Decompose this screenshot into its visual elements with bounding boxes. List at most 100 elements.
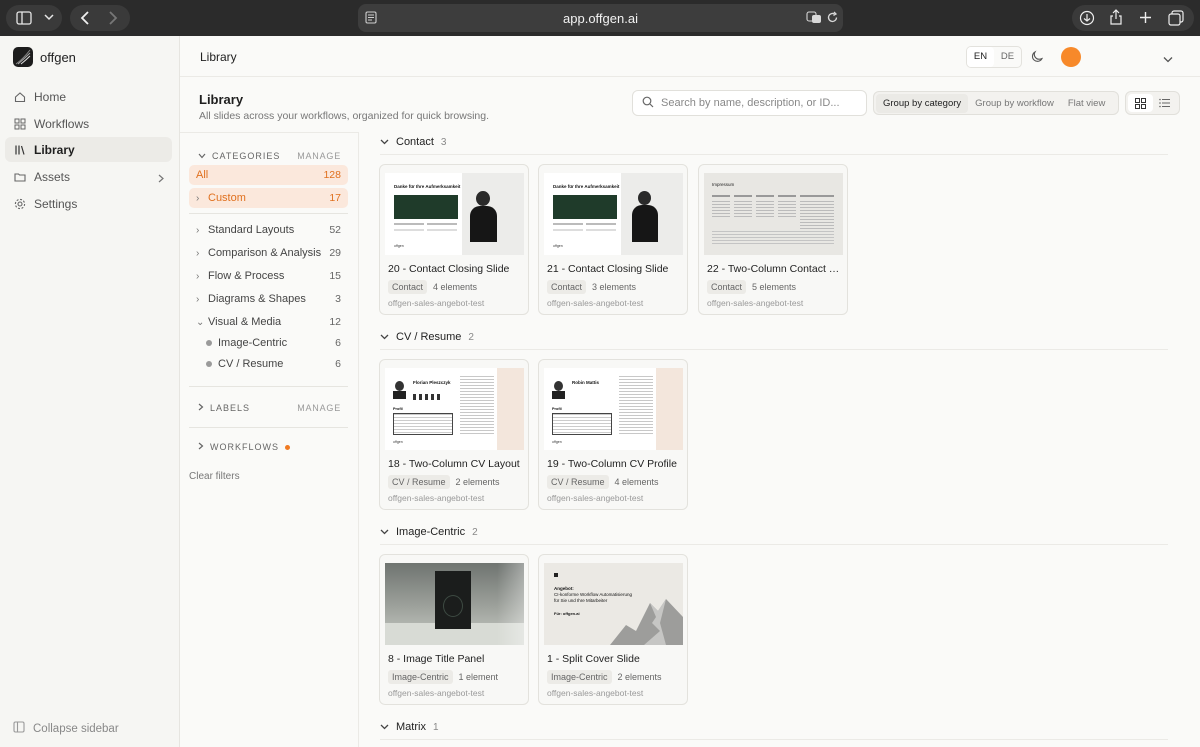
group-divider [380, 544, 1168, 545]
collapse-label: Collapse sidebar [33, 722, 119, 735]
category-image-centric[interactable]: Image-Centric 6 [189, 333, 348, 353]
clear-filters-button[interactable]: Clear filters [189, 471, 240, 482]
view-mode-switch [1125, 91, 1180, 115]
element-count: 1 element [458, 672, 499, 682]
translate-icon[interactable] [806, 11, 822, 27]
chevron-right-icon: › [196, 192, 200, 204]
category-label: Image-Centric [218, 337, 288, 349]
slide-card[interactable]: Angebot: CI-konforme Workflow Automatisi… [538, 554, 688, 705]
lang-de-button[interactable]: DE [994, 47, 1021, 67]
labels-header[interactable]: LABELS [198, 403, 250, 413]
lang-en-button[interactable]: EN [967, 47, 994, 67]
nav-label: Assets [34, 169, 71, 184]
chevron-down-icon[interactable] [44, 13, 54, 21]
group-header-contact[interactable]: Contact 3 [380, 136, 446, 148]
category-label: All [196, 169, 209, 181]
sidebar-toggle-group[interactable] [6, 5, 62, 31]
category-standard-layouts[interactable]: › Standard Layouts 52 [189, 220, 348, 240]
manage-categories-link[interactable]: MANAGE [297, 151, 341, 161]
category-label: CV / Resume [218, 358, 284, 370]
slide-card[interactable]: Impressum 22 - Two-Column Contact Slide … [698, 164, 848, 315]
workflow-name: offgen-sales-angebot-test [388, 493, 485, 503]
reload-icon[interactable] [826, 11, 839, 27]
group-count: 2 [468, 331, 474, 343]
slide-thumbnail: Florian Pleszczyk Profil offgen [385, 368, 524, 450]
home-icon [14, 91, 26, 103]
manage-labels-link[interactable]: MANAGE [297, 403, 341, 413]
nav-library[interactable]: Library [5, 137, 172, 162]
download-icon[interactable] [1079, 10, 1095, 29]
group-header-image-centric[interactable]: Image-Centric 2 [380, 526, 478, 538]
search-input[interactable] [661, 97, 861, 109]
thumb-line: für Sie und Ihre Mitarbeiter [554, 598, 608, 603]
group-header-cv-resume[interactable]: CV / Resume 2 [380, 331, 474, 343]
slide-card[interactable]: Florian Pleszczyk Profil offgen 18 - Two… [379, 359, 529, 510]
category-custom[interactable]: › Custom 17 [189, 188, 348, 208]
group-title: CV / Resume [396, 331, 462, 343]
category-diagrams-shapes[interactable]: › Diagrams & Shapes 3 [189, 289, 348, 309]
category-count: 128 [323, 169, 341, 181]
nav-workflows[interactable]: Workflows [5, 111, 172, 136]
forward-icon[interactable] [108, 11, 118, 25]
back-icon[interactable] [80, 11, 90, 25]
slide-thumbnail: Danke für Ihre Aufmerksamkeit offgen [544, 173, 683, 255]
category-tag: CV / Resume [547, 475, 609, 489]
new-tab-icon[interactable] [1139, 11, 1152, 27]
labels-label: LABELS [210, 403, 251, 413]
categories-header[interactable]: CATEGORIES [198, 151, 280, 161]
chevron-right-icon [158, 172, 164, 186]
group-by-workflow-tab[interactable]: Group by workflow [968, 94, 1061, 113]
card-meta: Contact 4 elements [388, 280, 477, 294]
category-visual-media[interactable]: ⌄ Visual & Media 12 [189, 312, 348, 332]
category-comparison-analysis[interactable]: › Comparison & Analysis 29 [189, 243, 348, 263]
slide-card[interactable]: Robin Mattis Profil offgen 19 - Two-Colu… [538, 359, 688, 510]
brand[interactable]: offgen [13, 47, 76, 67]
nav-settings[interactable]: Settings [5, 191, 172, 216]
slide-card[interactable]: Danke für Ihre Aufmerksamkeit offgen 21 … [538, 164, 688, 315]
active-filter-dot [285, 444, 290, 450]
card-title: 8 - Image Title Panel [388, 653, 485, 665]
group-title: Image-Centric [396, 526, 466, 538]
nav-assets[interactable]: Assets [5, 164, 172, 189]
chevron-down-icon [198, 151, 206, 161]
flat-view-tab[interactable]: Flat view [1061, 94, 1112, 113]
chevron-down-icon[interactable] [1163, 52, 1173, 66]
chevron-right-icon: › [196, 247, 200, 259]
group-header-matrix[interactable]: Matrix 1 [380, 721, 439, 733]
thumb-logo: offgen [394, 244, 404, 248]
share-icon[interactable] [1109, 9, 1123, 29]
thumb-section: Profil [552, 407, 562, 411]
browser-actions [1072, 5, 1194, 31]
moon-icon[interactable] [1031, 50, 1044, 66]
offgen-logo [13, 47, 33, 67]
element-count: 2 elements [617, 672, 662, 682]
slide-card[interactable]: Danke für Ihre Aufmerksamkeit offgen 20 … [379, 164, 529, 315]
divider [189, 427, 348, 428]
category-cv-resume[interactable]: CV / Resume 6 [189, 354, 348, 374]
tabs-overview-icon[interactable] [1168, 10, 1184, 29]
grid-view-button[interactable] [1128, 94, 1153, 112]
group-by-category-tab[interactable]: Group by category [876, 93, 969, 113]
group-divider [380, 349, 1168, 350]
element-count: 4 elements [433, 282, 478, 292]
collapse-sidebar-button[interactable]: Collapse sidebar [13, 721, 119, 736]
thumb-heading: Angebot: [554, 586, 574, 591]
app-header: Library EN DE [180, 36, 1200, 77]
list-view-button[interactable] [1153, 94, 1178, 112]
category-all[interactable]: All 128 [189, 165, 348, 185]
category-flow-process[interactable]: › Flow & Process 15 [189, 266, 348, 286]
category-label: Custom [208, 192, 246, 204]
workflows-header[interactable]: WORKFLOWS [198, 442, 290, 452]
address-bar[interactable]: app.offgen.ai [358, 4, 843, 32]
nav-label: Settings [34, 196, 78, 211]
nav-home[interactable]: Home [5, 84, 172, 109]
thumb-name: Robin Mattis [572, 380, 599, 385]
slide-card[interactable]: 8 - Image Title Panel Image-Centric 1 el… [379, 554, 529, 705]
category-tag: Contact [547, 280, 587, 294]
dot-icon [206, 340, 212, 346]
avatar[interactable] [1061, 47, 1081, 67]
sidebar-toggle-icon[interactable] [16, 11, 32, 25]
dot-icon [206, 361, 212, 367]
category-tag: Image-Centric [547, 670, 612, 684]
app-sidebar: offgen Home Workflows Library Assets Set… [0, 36, 180, 747]
